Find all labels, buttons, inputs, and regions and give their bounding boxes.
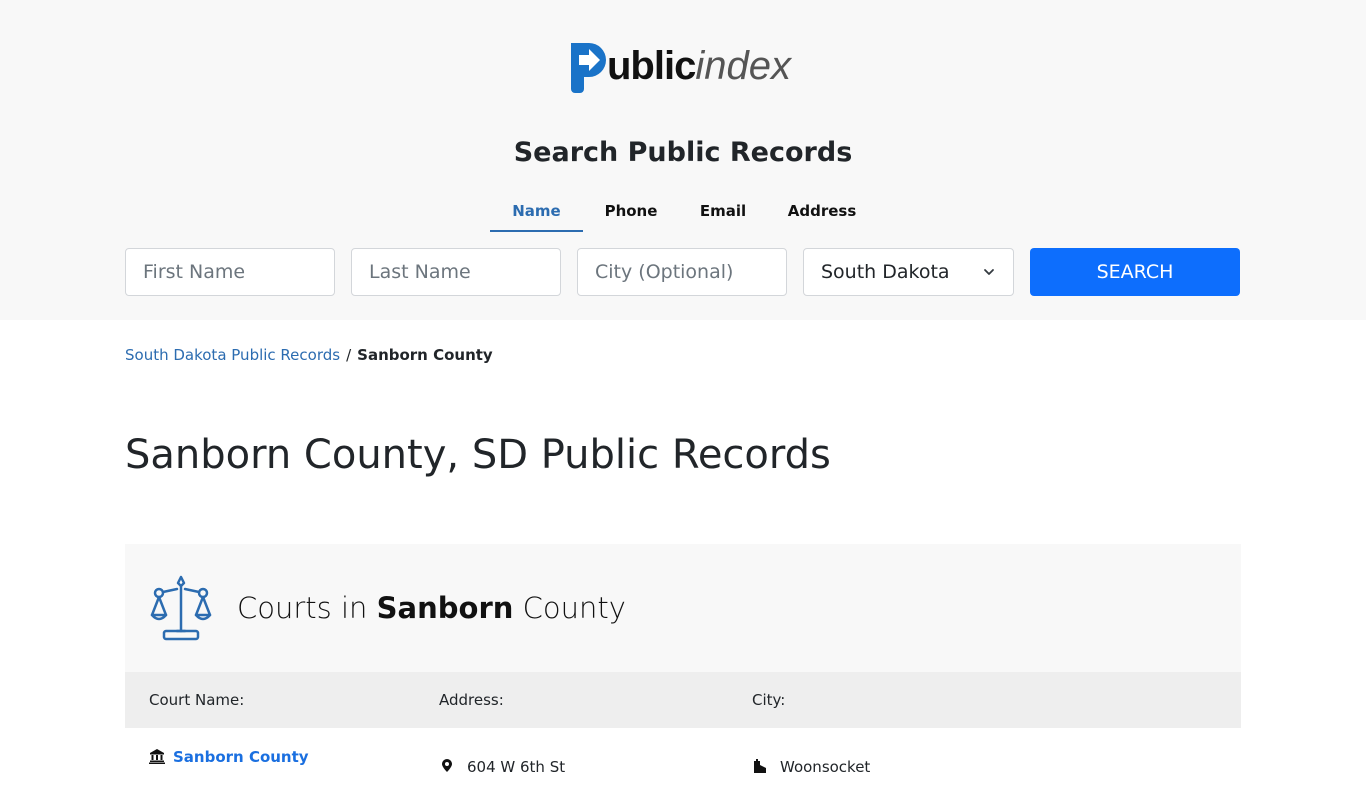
table-row: Sanborn County 604 W 6th St Woonsocket bbox=[125, 728, 1241, 788]
column-header-court-name: Court Name: bbox=[149, 691, 245, 709]
logo-text-light: index bbox=[695, 44, 791, 88]
court-address-cell: 604 W 6th St bbox=[439, 728, 752, 788]
city-input[interactable] bbox=[577, 248, 787, 296]
courthouse-icon bbox=[149, 749, 165, 764]
tab-email[interactable]: Email bbox=[679, 196, 767, 232]
arrow-p-icon bbox=[571, 43, 606, 93]
court-address: 604 W 6th St bbox=[467, 758, 566, 776]
state-select-value: South Dakota bbox=[821, 261, 950, 283]
breadcrumb-separator: / bbox=[346, 346, 352, 364]
courts-table-header: Court Name: Address: City: bbox=[125, 672, 1241, 728]
courts-title-suffix: County bbox=[522, 591, 626, 625]
column-header-city: City: bbox=[752, 691, 786, 709]
court-link[interactable]: Sanborn County bbox=[173, 748, 309, 766]
search-header: ublic index Search Public Records Name P… bbox=[0, 0, 1366, 320]
search-button[interactable]: SEARCH bbox=[1030, 248, 1240, 296]
breadcrumb-link-state[interactable]: South Dakota Public Records bbox=[125, 346, 340, 364]
court-name-cell: Sanborn County bbox=[125, 728, 439, 788]
search-tabs: Name Phone Email Address bbox=[490, 196, 877, 232]
logo-text-bold: ublic bbox=[607, 44, 696, 88]
courts-title-prefix: Courts in bbox=[237, 591, 368, 625]
state-select[interactable]: South Dakota bbox=[803, 248, 1014, 296]
last-name-input[interactable] bbox=[351, 248, 561, 296]
breadcrumb-current: Sanborn County bbox=[357, 346, 493, 364]
page-title: Sanborn County, SD Public Records bbox=[125, 432, 831, 478]
column-header-address: Address: bbox=[439, 691, 504, 709]
courts-title: Courts in Sanborn County bbox=[237, 591, 626, 625]
map-pin-icon bbox=[442, 759, 452, 772]
courts-header: Courts in Sanborn County bbox=[125, 544, 1241, 672]
search-form: South Dakota SEARCH bbox=[125, 248, 1240, 296]
breadcrumb: South Dakota Public Records / Sanborn Co… bbox=[125, 346, 493, 364]
first-name-input[interactable] bbox=[125, 248, 335, 296]
tab-address[interactable]: Address bbox=[767, 196, 877, 232]
scales-of-justice-icon bbox=[150, 575, 212, 641]
courts-section: Courts in Sanborn County Court Name: Add… bbox=[125, 544, 1241, 788]
court-city-cell: Woonsocket bbox=[752, 728, 1241, 788]
publicindex-logo[interactable]: ublic index bbox=[567, 38, 791, 94]
tab-phone[interactable]: Phone bbox=[583, 196, 679, 232]
city-building-icon bbox=[754, 759, 766, 773]
chevron-down-icon bbox=[984, 269, 994, 275]
search-title: Search Public Records bbox=[513, 137, 853, 168]
courts-title-county: Sanborn bbox=[376, 591, 514, 625]
court-city: Woonsocket bbox=[780, 758, 871, 776]
tab-name[interactable]: Name bbox=[490, 196, 583, 232]
